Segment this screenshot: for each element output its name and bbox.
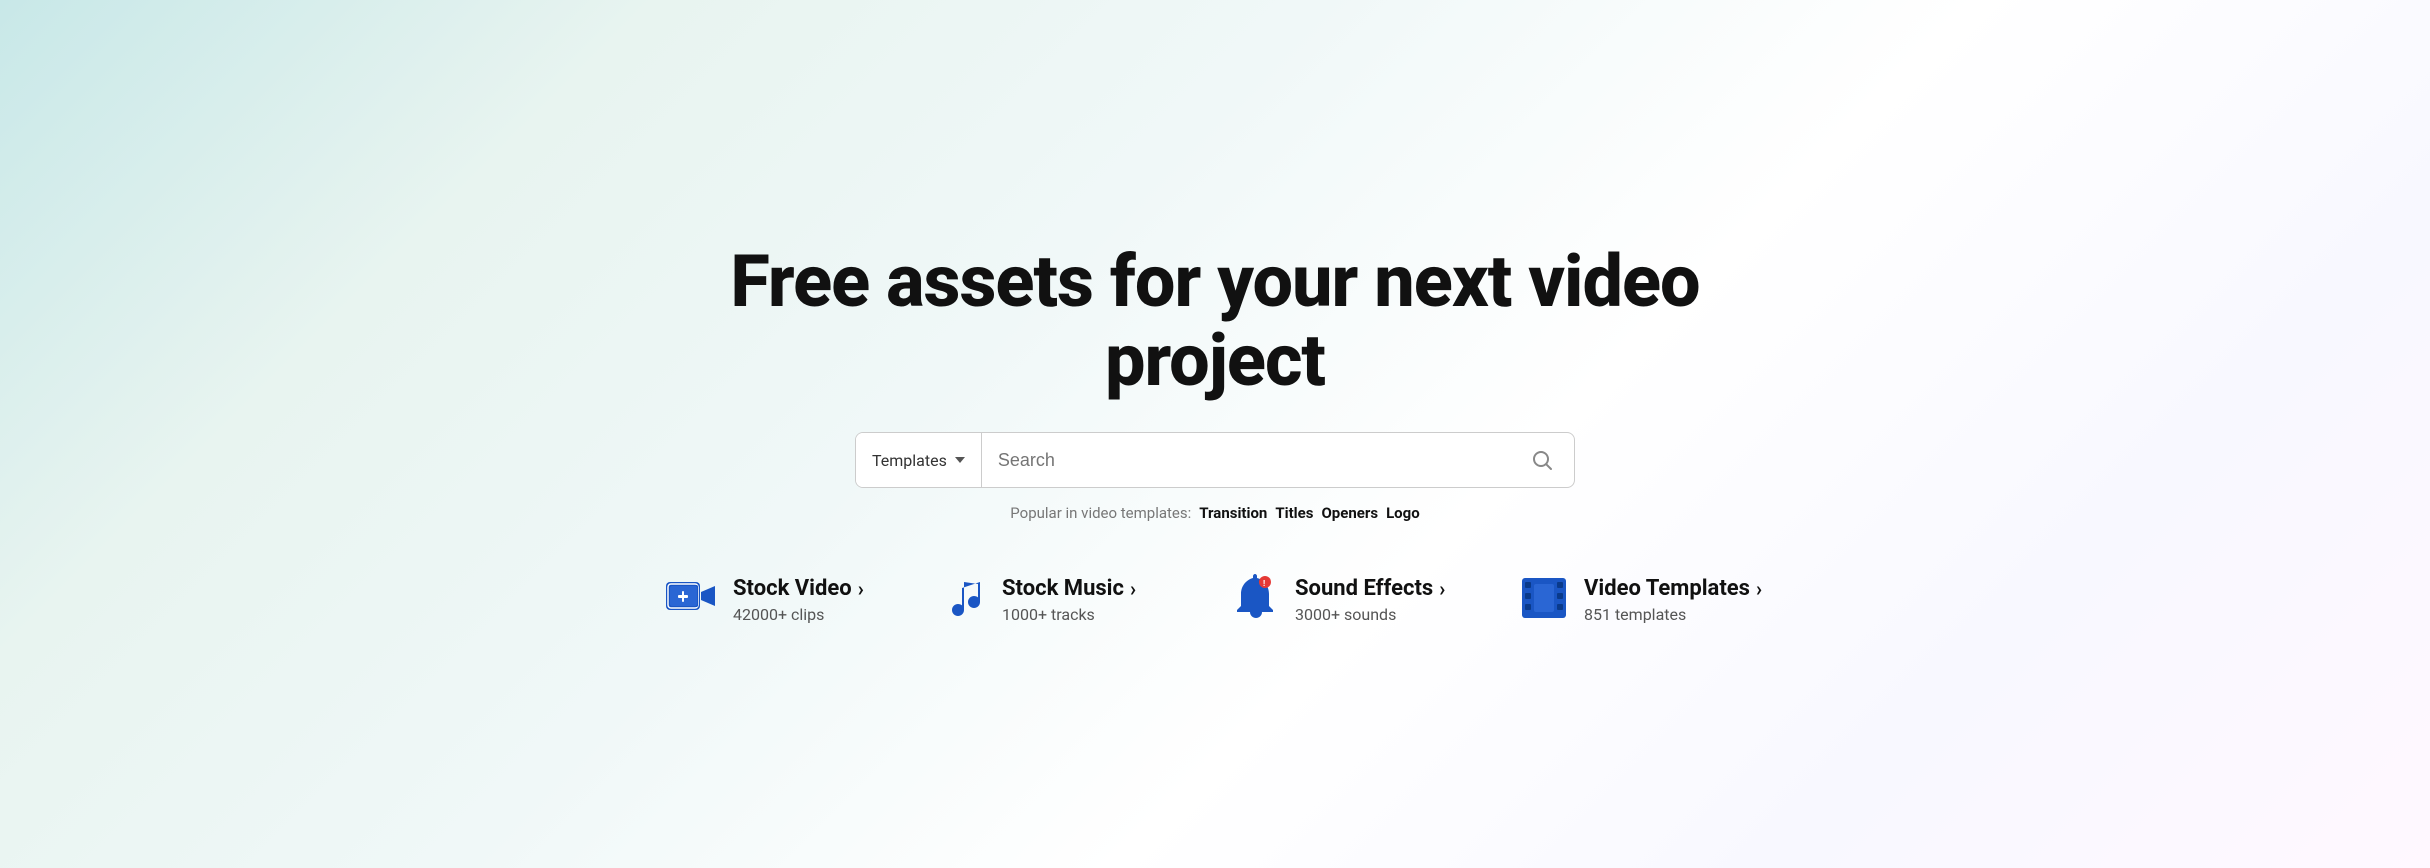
stock-video-name: Stock Video ›: [733, 576, 864, 601]
category-stock-music[interactable]: Stock Music › 1000+ tracks: [950, 574, 1195, 626]
popular-tags-section: Popular in video templates: Transition T…: [1010, 504, 1419, 522]
tag-transition[interactable]: Transition: [1199, 504, 1267, 522]
category-stock-video[interactable]: Stock Video › 42000+ clips: [665, 574, 910, 626]
film-strip-icon: [1520, 574, 1568, 626]
chevron-down-icon: [955, 457, 965, 463]
category-video-templates[interactable]: Video Templates › 851 templates: [1520, 574, 1765, 626]
video-templates-count: 851 templates: [1584, 605, 1762, 624]
stock-music-count: 1000+ tracks: [1002, 605, 1136, 624]
search-button[interactable]: [1510, 448, 1574, 472]
video-camera-icon: [665, 578, 717, 622]
video-templates-text: Video Templates › 851 templates: [1584, 576, 1762, 624]
tag-logo[interactable]: Logo: [1386, 504, 1420, 522]
stock-music-name: Stock Music ›: [1002, 576, 1136, 601]
category-dropdown[interactable]: Templates: [856, 433, 982, 487]
tag-openers[interactable]: Openers: [1321, 504, 1378, 522]
music-note-icon: [950, 574, 986, 626]
video-templates-name: Video Templates ›: [1584, 576, 1762, 601]
categories-section: Stock Video › 42000+ clips Stock Music ›…: [665, 574, 1765, 626]
video-templates-arrow: ›: [1756, 577, 1762, 601]
search-input[interactable]: [982, 450, 1510, 471]
dropdown-label: Templates: [872, 451, 947, 470]
search-icon: [1530, 448, 1554, 472]
svg-text:!: !: [1263, 579, 1265, 588]
stock-video-text: Stock Video › 42000+ clips: [733, 576, 864, 624]
sound-effects-arrow: ›: [1439, 577, 1445, 601]
stock-video-arrow: ›: [858, 577, 864, 601]
sound-effects-name: Sound Effects ›: [1295, 576, 1445, 601]
hero-section: Free assets for your next video project …: [615, 242, 1815, 626]
stock-music-text: Stock Music › 1000+ tracks: [1002, 576, 1136, 624]
sound-effects-text: Sound Effects › 3000+ sounds: [1295, 576, 1445, 624]
bell-icon: !: [1235, 574, 1279, 626]
category-sound-effects[interactable]: ! Sound Effects › 3000+ sounds: [1235, 574, 1480, 626]
stock-music-arrow: ›: [1130, 577, 1136, 601]
search-bar: Templates: [855, 432, 1575, 488]
page-title: Free assets for your next video project: [615, 242, 1815, 400]
popular-label: Popular in video templates:: [1010, 504, 1191, 522]
stock-video-count: 42000+ clips: [733, 605, 864, 624]
tag-titles[interactable]: Titles: [1275, 504, 1313, 522]
sound-effects-count: 3000+ sounds: [1295, 605, 1445, 624]
search-section: Templates Popular in video templates: Tr…: [855, 432, 1575, 522]
